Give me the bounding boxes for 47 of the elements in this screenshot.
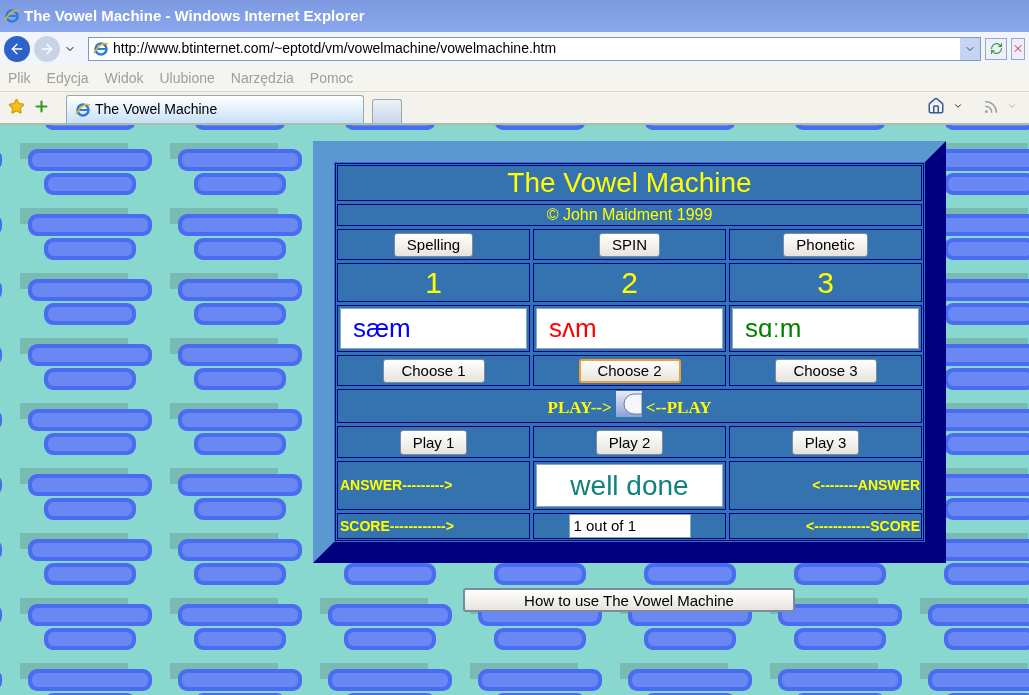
refresh-button[interactable] bbox=[985, 37, 1007, 60]
browser-tab[interactable]: The Vowel Machine bbox=[66, 95, 364, 123]
phonetic-word: sʌm bbox=[549, 312, 597, 345]
address-field[interactable]: http://www.btinternet.com/~eptotd/vm/vowelmachine/vowelmachine.htm bbox=[88, 36, 981, 61]
address-dropdown-button[interactable] bbox=[960, 37, 980, 60]
choice-number: 3 bbox=[817, 265, 834, 301]
window-title: The Vowel Machine - Windows Internet Explorer bbox=[24, 5, 365, 26]
score-label: <------------SCORE bbox=[806, 516, 920, 536]
play-button[interactable]: Play 2 bbox=[595, 429, 664, 455]
new-tab-button[interactable] bbox=[372, 99, 402, 123]
play-button[interactable]: Play 3 bbox=[791, 429, 860, 455]
close-icon bbox=[1012, 42, 1024, 55]
home-dropdown-icon[interactable] bbox=[953, 101, 963, 111]
url-text: http://www.btinternet.com/~eptotd/vm/vowelmachine/vowelmachine.htm bbox=[113, 39, 558, 58]
choose-button[interactable]: Choose 3 bbox=[774, 358, 877, 383]
favorites-star-icon[interactable] bbox=[8, 98, 25, 115]
answer-label: <--------ANSWER bbox=[812, 476, 920, 495]
choose-button[interactable]: Choose 1 bbox=[382, 358, 485, 383]
copyright-text: © John Maidment 1999 bbox=[546, 205, 713, 225]
choose-button[interactable]: Choose 2 bbox=[578, 358, 681, 383]
browser-logo-icon bbox=[93, 40, 109, 57]
back-button[interactable] bbox=[4, 35, 30, 62]
refresh-icon bbox=[989, 42, 1003, 55]
mode-button[interactable]: Phonetic bbox=[783, 232, 868, 257]
answer-label: ANSWER---------> bbox=[340, 476, 453, 495]
mode-button[interactable]: Spelling bbox=[393, 232, 474, 257]
browser-logo-icon bbox=[4, 8, 20, 24]
home-icon[interactable] bbox=[927, 97, 945, 115]
score-field: 1 out of 1 bbox=[568, 514, 691, 538]
mode-button[interactable]: SPIN bbox=[599, 232, 660, 257]
choice-number: 2 bbox=[621, 265, 638, 301]
choice-number: 1 bbox=[425, 265, 442, 301]
feeds-dropdown-icon[interactable] bbox=[1007, 101, 1017, 111]
phonetic-word: sæm bbox=[353, 312, 411, 345]
player-control-icon[interactable] bbox=[615, 391, 642, 417]
close-button[interactable] bbox=[1011, 37, 1025, 60]
play-label: <--PLAY bbox=[645, 397, 712, 420]
browser-logo-icon bbox=[75, 101, 91, 118]
help-button[interactable]: How to use The Vowel Machine bbox=[463, 588, 795, 612]
add-favorite-icon[interactable] bbox=[33, 98, 50, 115]
answer-field: well done bbox=[536, 464, 723, 507]
machine-title: The Vowel Machine bbox=[507, 166, 752, 200]
play-button[interactable]: Play 1 bbox=[399, 429, 468, 455]
play-label: PLAY--> bbox=[547, 397, 612, 420]
phonetic-word: sɑːm bbox=[745, 312, 802, 345]
feeds-icon[interactable] bbox=[983, 99, 999, 115]
score-label: SCORE------------> bbox=[340, 516, 454, 536]
